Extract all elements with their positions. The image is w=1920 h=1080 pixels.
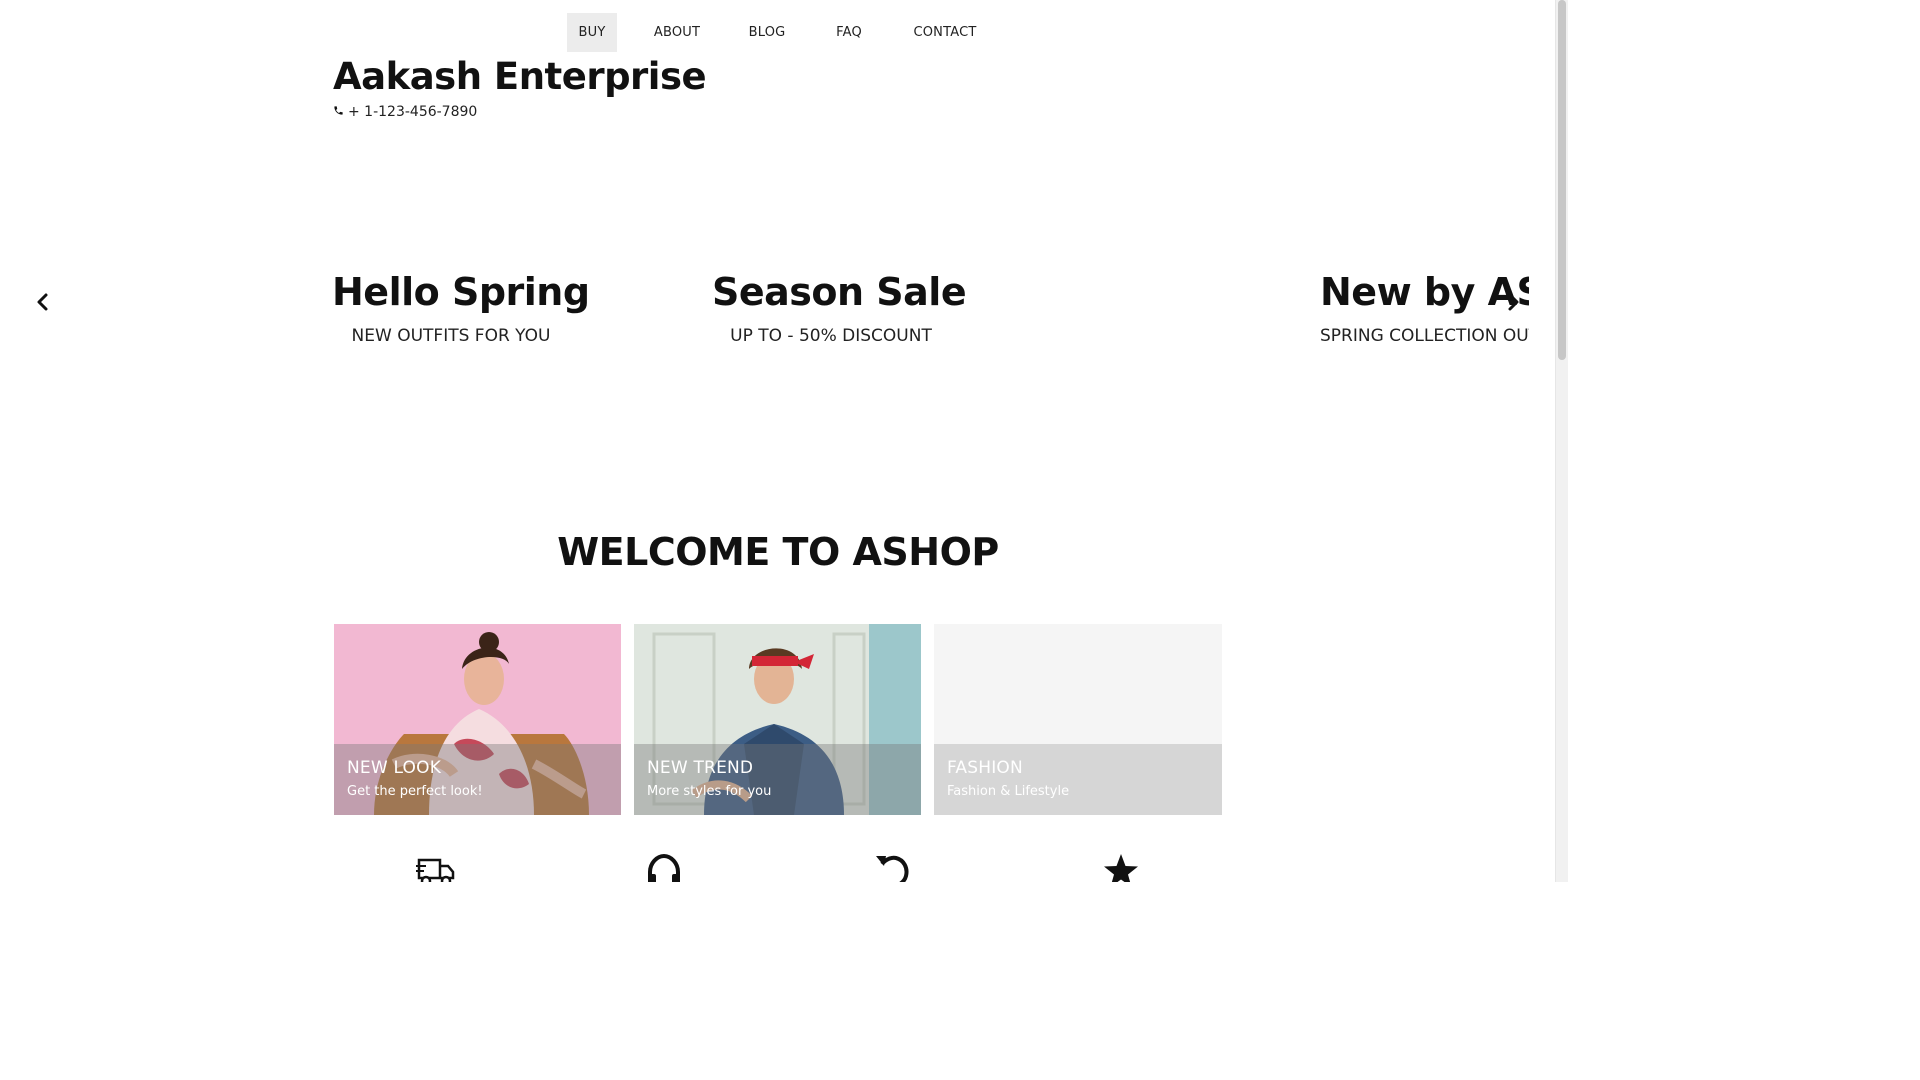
card-caption: NEW TREND More styles for you [634, 744, 921, 815]
chevron-left-icon [31, 293, 55, 318]
slide-title: Season Sale [712, 270, 967, 314]
category-card-new-trend[interactable]: NEW TREND More styles for you [634, 624, 921, 815]
page-scrollbar[interactable] [1555, 0, 1568, 882]
nav-item-faq[interactable]: FAQ [825, 13, 873, 52]
card-subtitle: More styles for you [647, 784, 772, 799]
undo-icon [872, 852, 912, 882]
chevron-right-icon [1501, 293, 1525, 318]
card-caption: FASHION Fashion & Lifestyle [934, 744, 1222, 815]
card-subtitle: Fashion & Lifestyle [947, 784, 1070, 799]
top-nav: BUY ABOUT BLOG FAQ CONTACT [0, 13, 1568, 52]
phone-number[interactable]: + 1-123-456-7890 [333, 104, 477, 120]
phone-icon [333, 104, 344, 120]
card-caption: NEW LOOK Get the perfect look! [334, 744, 621, 815]
carousel-slide-clipped: New by AShop SPRING COLLECTION OUT NOW [1300, 270, 1529, 350]
carousel-next-button[interactable] [1501, 290, 1525, 314]
nav-item-blog[interactable]: BLOG [739, 13, 795, 52]
phone-text: + 1-123-456-7890 [348, 104, 478, 120]
nav-item-contact[interactable]: CONTACT [902, 13, 988, 52]
brand-title: Aakash Enterprise [333, 55, 707, 98]
slide-subtitle: SPRING COLLECTION OUT NOW [1320, 326, 1529, 346]
card-title: NEW TREND [647, 758, 754, 778]
slide-title: Hello Spring [332, 270, 590, 314]
scrollbar-thumb[interactable] [1558, 0, 1566, 360]
carousel-slide: New by AShop SPRING COLLECTION OUT NOW [1320, 270, 1529, 346]
card-title: FASHION [947, 758, 1023, 778]
carousel-slide: Season Sale UP TO - 50% DISCOUNT [712, 270, 967, 346]
slide-title: New by AShop [1320, 270, 1529, 314]
slide-subtitle: UP TO - 50% DISCOUNT [730, 326, 932, 346]
category-card-new-look[interactable]: NEW LOOK Get the perfect look! [334, 624, 621, 815]
truck-icon [416, 852, 456, 882]
card-title: NEW LOOK [347, 758, 442, 778]
nav-item-buy[interactable]: BUY [567, 13, 617, 52]
star-icon [1101, 852, 1141, 882]
nav-item-about[interactable]: ABOUT [644, 13, 710, 52]
headphones-icon [644, 852, 684, 882]
category-card-fashion[interactable]: FASHION Fashion & Lifestyle [934, 624, 1222, 815]
page: BUY ABOUT BLOG FAQ CONTACT Aakash Enterp… [0, 0, 1568, 882]
welcome-heading: WELCOME TO ASHOP [557, 530, 999, 574]
card-subtitle: Get the perfect look! [347, 784, 483, 799]
hero-carousel: Hello Spring NEW OUTFITS FOR YOU Season … [0, 130, 1556, 470]
carousel-slide: Hello Spring NEW OUTFITS FOR YOU [332, 270, 590, 346]
slide-subtitle: NEW OUTFITS FOR YOU [351, 326, 551, 346]
carousel-prev-button[interactable] [31, 290, 55, 314]
